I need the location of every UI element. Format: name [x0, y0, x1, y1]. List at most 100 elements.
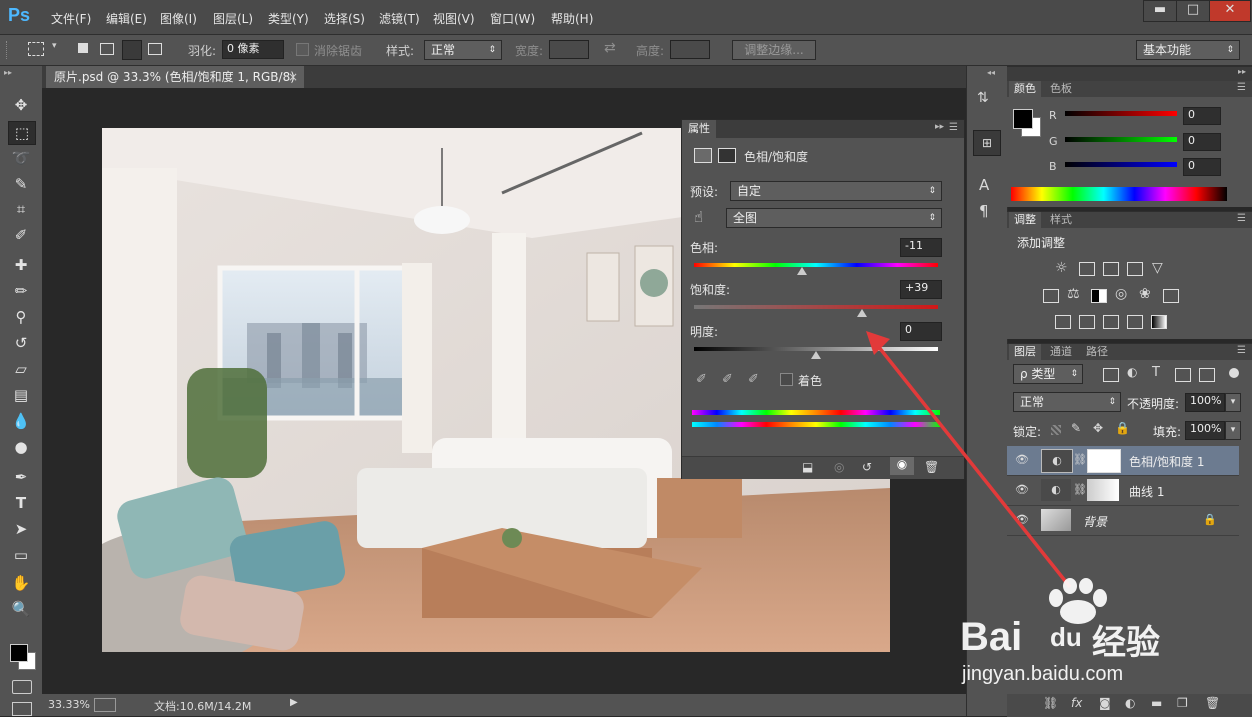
menu-filter[interactable]: 滤镜(T)	[379, 10, 420, 27]
add-mask-icon[interactable]: ◙	[1099, 696, 1111, 710]
style-select[interactable]: 正常 ⇕	[424, 40, 502, 60]
collapse-icon[interactable]: ▸▸	[1238, 67, 1246, 76]
tab-color[interactable]: 颜色	[1009, 81, 1041, 97]
tab-swatches[interactable]: 色板	[1045, 81, 1077, 97]
color-balance-icon[interactable]: ⚖	[1067, 286, 1080, 302]
g-input[interactable]: 0	[1183, 133, 1221, 151]
rect-marquee-icon[interactable]	[28, 42, 44, 56]
refine-edge-button[interactable]: 调整边缘...	[732, 40, 816, 60]
curves-icon[interactable]	[1103, 262, 1119, 276]
hue-slider-track[interactable]	[694, 263, 938, 267]
menu-window[interactable]: 窗口(W)	[490, 10, 535, 27]
gradient-map-icon[interactable]	[1151, 315, 1167, 329]
collapse-icon[interactable]: ◂◂	[987, 68, 995, 77]
character-panel-icon[interactable]: A	[979, 176, 989, 194]
swap-icon[interactable]: ⇄	[604, 40, 616, 56]
g-slider[interactable]	[1065, 137, 1177, 142]
filter-smart-object-icon[interactable]	[1199, 368, 1215, 382]
history-panel-icon[interactable]: ⇅	[977, 90, 989, 106]
opacity-dropdown[interactable]: ▾	[1225, 393, 1241, 412]
type-tool-icon[interactable]: T	[8, 492, 34, 514]
new-group-icon[interactable]: ▬	[1151, 696, 1162, 710]
eraser-tool-icon[interactable]: ▱	[8, 358, 34, 380]
selective-color-icon[interactable]	[1127, 315, 1143, 329]
fx-icon[interactable]: fx	[1071, 696, 1082, 710]
healing-brush-icon[interactable]: ✚	[8, 254, 34, 276]
brush-tool-icon[interactable]: ✏	[8, 280, 34, 302]
grip-handle[interactable]	[6, 41, 9, 59]
lightness-slider-thumb[interactable]	[811, 351, 821, 359]
collapse-icon[interactable]: ▸▸	[935, 122, 944, 132]
exposure-icon[interactable]	[1127, 262, 1143, 276]
zoom-tool-icon[interactable]: 🔍	[8, 598, 34, 620]
link-layers-icon[interactable]: ⛓	[1043, 696, 1058, 710]
clip-to-layer-icon[interactable]: ⬓	[802, 460, 813, 474]
menu-view[interactable]: 视图(V)	[433, 10, 475, 27]
dodge-tool-icon[interactable]: ●	[8, 436, 34, 458]
layer-mask-thumbnail[interactable]	[1087, 449, 1121, 473]
filter-type-icon[interactable]: T	[1152, 365, 1160, 380]
eyedropper-tool-icon[interactable]: ✐	[8, 224, 34, 246]
quick-mask-icon[interactable]	[12, 680, 32, 694]
levels-icon[interactable]	[1079, 262, 1095, 276]
add-selection-icon[interactable]	[100, 43, 114, 55]
r-input[interactable]: 0	[1183, 107, 1221, 125]
intersect-selection-icon[interactable]	[148, 43, 162, 55]
delete-layer-icon[interactable]: 🗑	[1205, 696, 1220, 710]
panel-menu-icon[interactable]: ☰	[1237, 82, 1246, 93]
chevron-down-icon[interactable]: ▾	[52, 41, 57, 51]
r-slider[interactable]	[1065, 111, 1177, 116]
channel-select[interactable]: 全图 ⇕	[726, 208, 942, 228]
menu-edit[interactable]: 编辑(E)	[106, 10, 147, 27]
width-input[interactable]	[549, 40, 589, 59]
hue-saturation-icon[interactable]	[1043, 289, 1059, 303]
new-layer-icon[interactable]: ❐	[1177, 696, 1188, 710]
layer-name[interactable]: 背景	[1083, 513, 1107, 530]
new-selection-icon[interactable]	[78, 43, 88, 53]
subtract-selection-icon[interactable]	[122, 40, 142, 60]
saturation-slider-thumb[interactable]	[857, 309, 867, 317]
panel-menu-icon[interactable]: ☰	[1237, 345, 1246, 356]
threshold-icon[interactable]	[1103, 315, 1119, 329]
panel-menu-icon[interactable]: ☰	[1237, 213, 1246, 224]
eyedropper-icon[interactable]: ✐	[696, 372, 707, 387]
color-lookup-icon[interactable]	[1163, 289, 1179, 303]
rectangle-tool-icon[interactable]: ▭	[8, 544, 34, 566]
color-spectrum-ramp[interactable]	[1011, 187, 1227, 201]
panel-menu-icon[interactable]: ☰	[949, 122, 958, 133]
antialias-checkbox[interactable]	[296, 43, 309, 56]
vibrance-icon[interactable]: ▽	[1152, 260, 1163, 276]
lock-position-icon[interactable]: ✥	[1093, 421, 1103, 435]
menu-type[interactable]: 类型(Y)	[268, 10, 309, 27]
layer-name[interactable]: 色相/饱和度 1	[1129, 453, 1205, 470]
pen-tool-icon[interactable]: ✒	[8, 466, 34, 488]
move-tool-icon[interactable]: ✥	[8, 94, 34, 116]
saturation-value-input[interactable]: +39	[900, 280, 942, 299]
quick-select-tool-icon[interactable]: ✎	[8, 173, 34, 195]
b-input[interactable]: 0	[1183, 158, 1221, 176]
lock-all-icon[interactable]: 🔒	[1115, 421, 1130, 435]
saturation-slider-track[interactable]	[694, 305, 938, 309]
workspace-select[interactable]: 基本功能 ⇕	[1136, 40, 1240, 60]
history-brush-icon[interactable]: ↺	[8, 332, 34, 354]
filter-shape-icon[interactable]	[1175, 368, 1191, 382]
preset-select[interactable]: 自定 ⇕	[730, 181, 942, 201]
collapse-icon[interactable]: ▸▸	[4, 68, 12, 77]
photo-filter-icon[interactable]: ◎	[1115, 286, 1127, 302]
status-menu-icon[interactable]: ▶	[290, 697, 298, 708]
height-input[interactable]	[670, 40, 710, 59]
close-tab-icon[interactable]: ×	[288, 66, 298, 88]
feather-input[interactable]: 0 像素	[222, 40, 284, 59]
eyedropper-minus-icon[interactable]: ✐	[748, 372, 759, 387]
gradient-tool-icon[interactable]: ▤	[8, 384, 34, 406]
new-adjustment-icon[interactable]: ◐	[1125, 696, 1135, 710]
properties-panel-icon[interactable]: ⊞	[973, 130, 1001, 156]
posterize-icon[interactable]	[1079, 315, 1095, 329]
colorize-checkbox[interactable]	[780, 373, 793, 386]
brightness-icon[interactable]: ☼	[1055, 260, 1068, 276]
foreground-color-swatch[interactable]	[10, 644, 28, 662]
filter-toggle[interactable]	[1229, 368, 1239, 378]
tab-paths[interactable]: 路径	[1081, 344, 1113, 360]
layer-mask-thumbnail[interactable]	[1087, 479, 1119, 501]
view-previous-icon[interactable]: ◎	[834, 460, 844, 474]
